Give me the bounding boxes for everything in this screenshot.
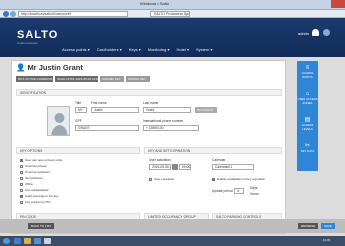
save-button[interactable]: SAVE <box>321 223 335 229</box>
checkbox-icon[interactable] <box>20 176 23 180</box>
nav-hotel[interactable]: Hotel ▾ <box>177 46 189 54</box>
option-override-lockdown[interactable]: Override lockdown <box>20 170 50 174</box>
checkbox-checked-icon[interactable] <box>20 194 23 198</box>
address-bar: http://localhost/salto/#/users/edit SALT… <box>0 10 345 18</box>
back-to-list-button[interactable]: BACK TO LIST <box>28 223 55 229</box>
url-input[interactable]: http://localhost/salto/#/users/edit <box>18 11 128 17</box>
right-sidebar: ≡ ACCESS POINTS ⌂ USER ACCESS ZONES ▤ ACCES… <box>297 61 318 171</box>
brand-logo: SALTO <box>17 29 59 41</box>
nav-system[interactable]: System ▾ <box>196 46 212 54</box>
calendar-select[interactable]: Calendar01 <box>212 164 254 170</box>
user-photo[interactable] <box>47 106 70 136</box>
window-title: Windows • Salto <box>140 1 169 6</box>
ie-icon[interactable] <box>14 238 21 244</box>
start-icon[interactable] <box>3 238 10 244</box>
activation-label: User activation <box>149 158 171 162</box>
sidebar-item-access-levels[interactable]: ▤ ACCESS LEVELS <box>297 117 318 131</box>
gpf-label: GPF <box>75 119 82 123</box>
back-icon[interactable] <box>3 11 9 17</box>
identification-section: IDENTIFICATION <box>16 89 282 96</box>
checkbox-icon[interactable] <box>20 170 23 174</box>
close-button[interactable] <box>331 0 345 8</box>
no-photo-button[interactable]: NO PHOTO <box>195 107 217 113</box>
key-expiration-section: KEY AND SET EXPIRATION <box>144 147 282 154</box>
days-radio[interactable]: Days <box>250 186 258 190</box>
clock: 11:03 <box>323 238 331 242</box>
cancel-key-button[interactable]: CANCEL KEY <box>100 76 124 82</box>
validity-button[interactable]: VALID UNTIL 2015-05-06 12:00 <box>55 76 99 82</box>
checkbox-icon[interactable] <box>20 164 23 168</box>
salto-icon[interactable] <box>44 238 51 244</box>
browser-titlebar: Windows • Salto <box>0 0 345 10</box>
taskbar: 11:03 <box>0 236 345 246</box>
forward-icon[interactable] <box>10 11 16 17</box>
page-title: 👤 Mr Justin Grant <box>16 63 83 72</box>
option-key-expires-pin[interactable]: Key expires by PIN <box>20 200 51 204</box>
user-photo-icon <box>51 113 68 135</box>
sidebar-item-access-zones[interactable]: ⌂ USER ACCESS ZONES <box>297 91 318 105</box>
last-name-label: Last name <box>143 101 159 105</box>
bottom-bar: BACK TO LIST REFRESH SAVE <box>0 219 345 233</box>
nav-cardholders[interactable]: Cardholders ▾ <box>97 46 122 54</box>
app-header: SALTO inspired access Access points ▾ Ca… <box>0 18 345 57</box>
checkbox-icon[interactable] <box>20 200 23 204</box>
checkbox-icon[interactable] <box>20 188 23 192</box>
sidebar-item-key-data[interactable]: ✂ KEY DATA <box>297 143 318 153</box>
nav-monitoring[interactable]: Monitoring ▾ <box>148 46 170 54</box>
nav-access-points[interactable]: Access points ▾ <box>62 46 90 54</box>
gear-icon[interactable] <box>323 29 330 36</box>
calendar-label: Calendar <box>212 158 226 162</box>
phone-label: International phone number <box>143 119 184 123</box>
checkbox-icon[interactable] <box>20 182 23 186</box>
main-content: 👤 Mr Justin Grant NOT ACTIVE CURRENTLY V… <box>0 57 345 236</box>
gpf-input[interactable]: GRANT <box>75 125 139 131</box>
sidebar-item-access-points[interactable]: ≡ ACCESS POINTS <box>297 65 318 79</box>
explorer-icon[interactable] <box>24 238 31 244</box>
minimize-button[interactable] <box>310 0 320 8</box>
revalidation-option[interactable]: Enable revalidation of key expiration <box>212 177 265 181</box>
assign-key-button[interactable]: ASSIGN KEY <box>126 76 150 82</box>
update-period-label: Update period <box>212 189 233 193</box>
hours-radio[interactable]: Hours <box>250 192 259 196</box>
main-nav: Access points ▾ Cardholders ▾ Keys ▾ Mon… <box>62 46 212 54</box>
user-expiration-option[interactable]: User expiration <box>149 177 174 181</box>
option-office[interactable]: Office <box>20 182 33 186</box>
user-icon[interactable] <box>312 29 319 36</box>
first-name-input[interactable]: Justin <box>91 107 139 113</box>
option-audit-openings[interactable]: Audit openings in the key <box>20 194 59 198</box>
option-set-lockdown[interactable]: Set lockdown <box>20 176 43 180</box>
status-button[interactable]: NOT ACTIVE CURRENTLY <box>16 76 55 82</box>
option-override-privacy[interactable]: Override privacy <box>20 164 47 168</box>
title-label: Title <box>75 101 82 105</box>
first-name-label: First name <box>91 101 107 105</box>
update-period-input[interactable]: 0 <box>234 188 244 194</box>
key-options-section: KEY OPTIONS <box>16 147 140 154</box>
last-name-input[interactable]: Grant <box>143 107 191 113</box>
browser-tab[interactable]: SALTO ProAccess Space <box>150 11 190 17</box>
calendar-picker-button[interactable] <box>172 164 178 170</box>
checkbox-checked-icon[interactable] <box>20 158 23 162</box>
app-icon[interactable] <box>34 238 41 244</box>
checkbox-checked-icon[interactable] <box>212 177 215 181</box>
user-form: 👤 Mr Justin Grant NOT ACTIVE CURRENTLY V… <box>11 60 286 234</box>
title-select[interactable]: Mr <box>75 107 87 113</box>
user-name[interactable]: admin <box>298 31 309 36</box>
checkbox-icon[interactable] <box>149 177 152 181</box>
option-antipassback[interactable]: Use antipassback <box>20 188 49 192</box>
maximize-button[interactable] <box>320 0 330 8</box>
refresh-button[interactable]: REFRESH <box>298 223 319 229</box>
activation-date-input[interactable]: 2015-05-06 <box>149 164 171 170</box>
brand-subtitle: inspired access <box>17 41 38 45</box>
option-privacy-locks[interactable]: User can open privacy locks <box>20 158 63 162</box>
activation-time-input[interactable]: 00:00 <box>179 164 191 170</box>
nav-keys[interactable]: Keys ▾ <box>129 46 141 54</box>
phone-input[interactable]: + 15550100 <box>143 125 199 131</box>
